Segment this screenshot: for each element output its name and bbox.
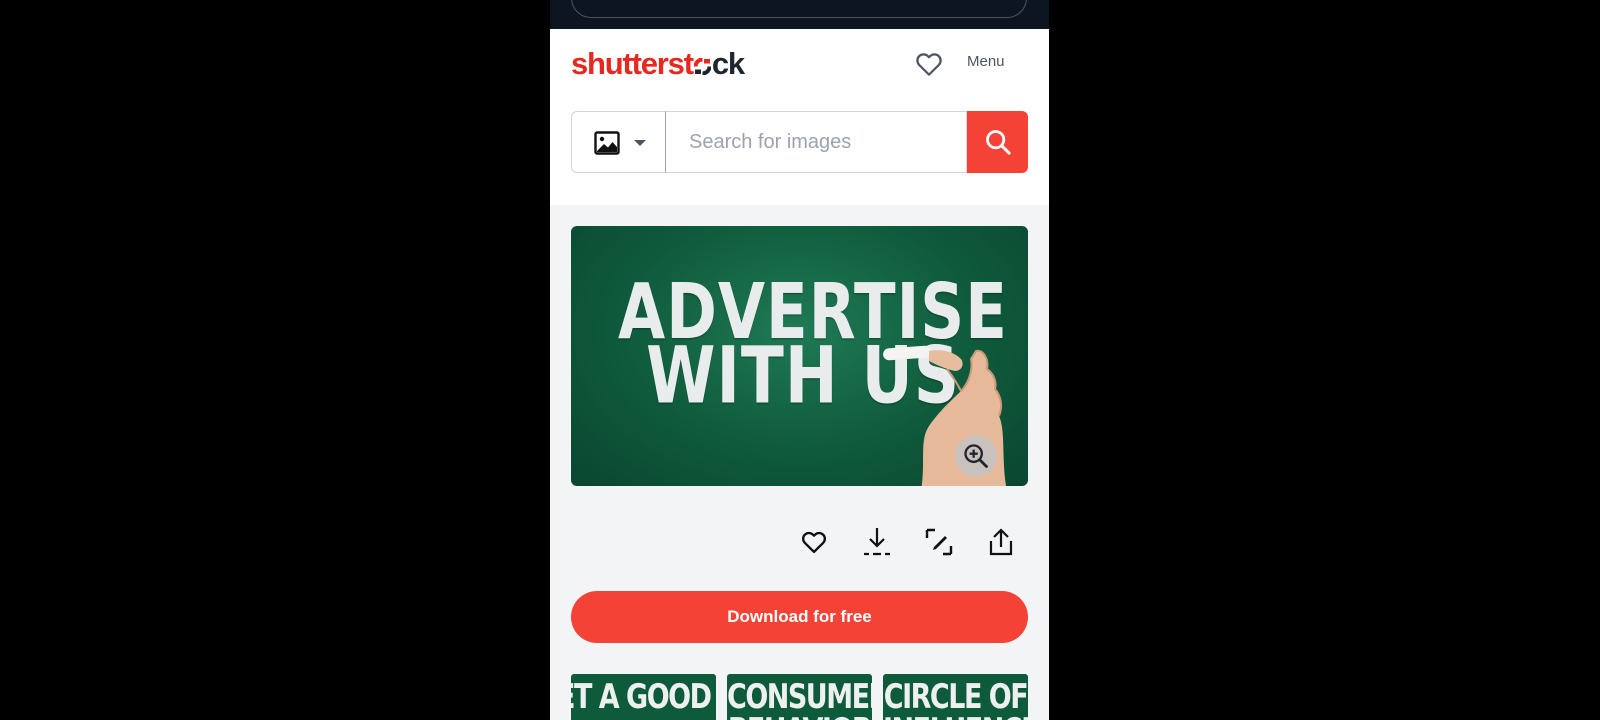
top-bar-pill[interactable] <box>571 0 1027 18</box>
chevron-down-icon <box>634 140 646 146</box>
edit-image-button[interactable] <box>924 526 954 558</box>
related-image-thumbnail[interactable]: CIRCLE OF INFLUENCE <box>883 674 1028 720</box>
site-header: shutterst ck Menu <box>550 29 1049 205</box>
favorite-image-button[interactable] <box>799 526 829 558</box>
thumbnail-text-line2: BEHAVIOR <box>727 712 872 720</box>
search-bar <box>571 111 1028 173</box>
search-input[interactable] <box>665 111 967 173</box>
media-type-select[interactable] <box>571 111 665 173</box>
logo-text-part2: ck <box>711 46 745 81</box>
thumbnail-text-line2: INFLUENCE <box>883 712 1028 720</box>
download-icon <box>864 528 890 556</box>
image-actions <box>550 526 1049 562</box>
share-icon <box>989 528 1013 556</box>
thumbnail-text: CIRCLE OF <box>883 678 1028 717</box>
search-button[interactable] <box>967 111 1028 173</box>
hand-with-chalk-illustration <box>883 345 1007 486</box>
thumbnail-text: CONSUMER <box>727 678 872 717</box>
related-image-thumbnail[interactable]: ET A GOOD <box>571 674 716 720</box>
logo-o-mark-icon <box>693 58 711 75</box>
zoom-button[interactable] <box>955 435 997 477</box>
download-for-free-button[interactable]: Download for free <box>571 591 1028 643</box>
edit-icon <box>925 528 953 556</box>
download-image-button[interactable] <box>862 526 892 558</box>
related-image-thumbnail[interactable]: CONSUMER BEHAVIOR <box>727 674 872 720</box>
favorites-button[interactable] <box>914 49 944 79</box>
menu-button[interactable]: Menu <box>967 53 1005 70</box>
mobile-viewport: shutterst ck Menu Search for images ADVE… <box>550 0 1049 720</box>
shutterstock-logo[interactable]: shutterst ck <box>571 46 745 81</box>
share-image-button[interactable] <box>986 526 1016 558</box>
logo-text-part1: shutterst <box>571 46 694 81</box>
search-icon <box>985 130 1011 155</box>
image-icon <box>594 131 620 155</box>
thumbnail-text: ET A GOOD <box>571 678 712 717</box>
heart-outline-icon <box>916 53 942 76</box>
heart-icon <box>801 531 827 554</box>
zoom-in-icon <box>964 444 988 468</box>
top-bar <box>550 0 1049 29</box>
